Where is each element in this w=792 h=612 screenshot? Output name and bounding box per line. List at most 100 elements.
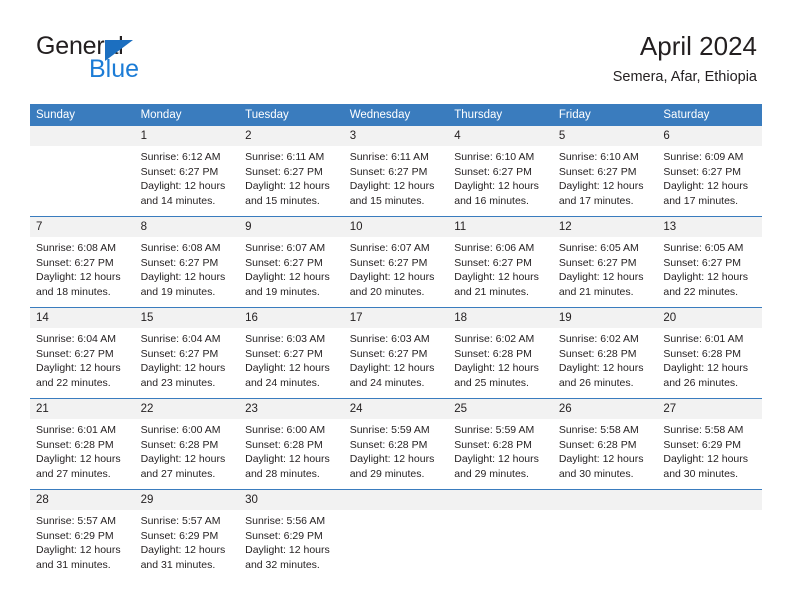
- sunrise-text: Sunrise: 6:04 AM: [140, 333, 221, 345]
- calendar-day-cell[interactable]: 17 Sunrise: 6:03 AM Sunset: 6:27 PM Dayligh…: [343, 307, 449, 399]
- day-number: 9: [239, 217, 344, 237]
- sunrise-text: Sunrise: 5:59 AM: [454, 424, 535, 436]
- sunset-text: Sunset: 6:29 PM: [36, 529, 114, 542]
- calendar-day-cell[interactable]: 4 Sunrise: 6:10 AM Sunset: 6:27 PM Daylight…: [448, 126, 553, 217]
- day-number: 11: [448, 217, 553, 237]
- calendar-day-cell[interactable]: 15 Sunrise: 6:04 AM Sunset: 6:27 PM Dayligh…: [134, 307, 240, 399]
- day-number: 15: [134, 308, 240, 328]
- calendar-day-cell[interactable]: 20 Sunrise: 6:01 AM Sunset: 6:28 PM Dayligh…: [657, 307, 762, 399]
- day-number: 12: [552, 217, 658, 237]
- calendar-day-cell[interactable]: 29 Sunrise: 5:57 AM Sunset: 6:29 PM Dayligh…: [134, 489, 240, 580]
- day-cell-inner: 16 Sunrise: 6:03 AM Sunset: 6:27 PM Dayligh…: [239, 308, 344, 398]
- daylight-text: Daylight: 12 hours and 26 minutes.: [558, 362, 644, 389]
- calendar-day-cell[interactable]: 24 Sunrise: 5:59 AM Sunset: 6:28 PM Dayligh…: [343, 398, 449, 490]
- day-cell-inner: 7 Sunrise: 6:08 AM Sunset: 6:27 PM Daylight…: [30, 217, 135, 307]
- day-details: Sunrise: 6:00 AM Sunset: 6:28 PM Daylight:…: [239, 419, 344, 481]
- sunrise-text: Sunrise: 5:59 AM: [349, 424, 430, 436]
- sunrise-text: Sunrise: 6:07 AM: [245, 242, 326, 254]
- weekday-header-wednesday: Wednesday: [343, 104, 449, 126]
- calendar-day-cell[interactable]: 18 Sunrise: 6:02 AM Sunset: 6:28 PM Dayligh…: [448, 307, 553, 399]
- calendar-day-cell[interactable]: 1 Sunrise: 6:12 AM Sunset: 6:27 PM Daylight…: [134, 126, 240, 217]
- daylight-text: Daylight: 12 hours and 26 minutes.: [663, 362, 749, 389]
- day-number: 18: [448, 308, 553, 328]
- calendar-table: Sunday Monday Tuesday Wednesday Thursday Frid…: [30, 104, 762, 580]
- calendar-day-cell[interactable]: 10 Sunrise: 6:07 AM Sunset: 6:27 PM Dayligh…: [343, 216, 449, 308]
- daylight-text: Daylight: 12 hours and 19 minutes.: [140, 271, 226, 298]
- day-details: Sunrise: 6:06 AM Sunset: 6:27 PM Daylight:…: [448, 237, 553, 299]
- page-subtitle: Semera, Afar, Ethiopia: [612, 69, 757, 85]
- sunrise-text: Sunrise: 6:09 AM: [663, 151, 744, 163]
- sunset-text: Sunset: 6:28 PM: [558, 438, 637, 451]
- calendar-day-cell-empty: [448, 489, 553, 580]
- day-number: 26: [552, 399, 658, 419]
- calendar-day-cell[interactable]: 5 Sunrise: 6:10 AM Sunset: 6:27 PM Daylight…: [552, 126, 658, 217]
- sunset-text: Sunset: 6:28 PM: [454, 438, 532, 451]
- sunrise-text: Sunrise: 6:00 AM: [245, 424, 326, 436]
- calendar-day-cell[interactable]: 11 Sunrise: 6:06 AM Sunset: 6:27 PM Dayligh…: [448, 216, 553, 308]
- day-number: 16: [239, 308, 344, 328]
- calendar-day-cell[interactable]: 3 Sunrise: 6:11 AM Sunset: 6:27 PM Daylight…: [343, 126, 449, 217]
- calendar-day-cell[interactable]: 8 Sunrise: 6:08 AM Sunset: 6:27 PM Daylight…: [134, 216, 240, 308]
- sunset-text: Sunset: 6:27 PM: [663, 256, 742, 269]
- calendar-day-cell[interactable]: 7 Sunrise: 6:08 AM Sunset: 6:27 PM Daylight…: [30, 216, 135, 308]
- sunset-text: Sunset: 6:27 PM: [454, 165, 532, 178]
- sunrise-text: Sunrise: 6:05 AM: [663, 242, 744, 254]
- calendar-day-cell[interactable]: 25 Sunrise: 5:59 AM Sunset: 6:28 PM Dayligh…: [448, 398, 553, 490]
- day-details: Sunrise: 6:04 AM Sunset: 6:27 PM Daylight:…: [135, 328, 240, 390]
- day-details: Sunrise: 6:01 AM Sunset: 6:28 PM Daylight:…: [30, 419, 135, 481]
- calendar-day-cell[interactable]: 13 Sunrise: 6:05 AM Sunset: 6:27 PM Dayligh…: [657, 216, 762, 308]
- day-details: Sunrise: 6:04 AM Sunset: 6:27 PM Daylight:…: [30, 328, 135, 390]
- sunset-text: Sunset: 6:27 PM: [140, 256, 219, 269]
- calendar-day-cell-empty: [552, 489, 658, 580]
- day-cell-inner: 3 Sunrise: 6:11 AM Sunset: 6:27 PM Daylight…: [343, 126, 449, 216]
- calendar-day-cell[interactable]: 21 Sunrise: 6:01 AM Sunset: 6:28 PM Dayligh…: [30, 398, 135, 490]
- day-details: Sunrise: 6:05 AM Sunset: 6:27 PM Daylight:…: [553, 237, 658, 299]
- calendar-day-cell[interactable]: 9 Sunrise: 6:07 AM Sunset: 6:27 PM Daylight…: [239, 216, 344, 308]
- calendar-day-cell[interactable]: 26 Sunrise: 5:58 AM Sunset: 6:28 PM Dayligh…: [552, 398, 658, 490]
- sunset-text: Sunset: 6:29 PM: [245, 529, 323, 542]
- calendar-day-cell[interactable]: 27 Sunrise: 5:58 AM Sunset: 6:29 PM Dayligh…: [657, 398, 762, 490]
- calendar-day-cell[interactable]: 30 Sunrise: 5:56 AM Sunset: 6:29 PM Dayligh…: [239, 489, 344, 580]
- calendar-day-cell[interactable]: 2 Sunrise: 6:11 AM Sunset: 6:27 PM Daylight…: [239, 126, 344, 217]
- sunset-text: Sunset: 6:28 PM: [140, 438, 219, 451]
- day-details: Sunrise: 5:59 AM Sunset: 6:28 PM Daylight:…: [448, 419, 553, 481]
- brand-name-blue: Blue: [89, 55, 140, 83]
- day-cell-inner: 6 Sunrise: 6:09 AM Sunset: 6:27 PM Daylight…: [657, 126, 762, 216]
- calendar-day-cell[interactable]: 28 Sunrise: 5:57 AM Sunset: 6:29 PM Dayligh…: [30, 489, 135, 580]
- calendar-day-cell[interactable]: 16 Sunrise: 6:03 AM Sunset: 6:27 PM Dayligh…: [239, 307, 344, 399]
- calendar-day-cell[interactable]: 22 Sunrise: 6:00 AM Sunset: 6:28 PM Dayligh…: [134, 398, 240, 490]
- calendar-day-cell[interactable]: 6 Sunrise: 6:09 AM Sunset: 6:27 PM Daylight…: [657, 126, 762, 217]
- sunset-text: Sunset: 6:27 PM: [558, 256, 637, 269]
- calendar-day-cell[interactable]: 19 Sunrise: 6:02 AM Sunset: 6:28 PM Dayligh…: [552, 307, 658, 399]
- day-details: Sunrise: 5:58 AM Sunset: 6:28 PM Daylight:…: [553, 419, 658, 481]
- day-number: 1: [134, 126, 240, 146]
- sunset-text: Sunset: 6:29 PM: [663, 438, 742, 451]
- daylight-text: Daylight: 12 hours and 15 minutes.: [245, 180, 330, 207]
- calendar-day-cell[interactable]: 23 Sunrise: 6:00 AM Sunset: 6:28 PM Dayligh…: [239, 398, 344, 490]
- calendar-day-cell[interactable]: 14 Sunrise: 6:04 AM Sunset: 6:27 PM Dayligh…: [30, 307, 135, 399]
- brand-logo[interactable]: General Blue: [36, 33, 236, 89]
- sunrise-text: Sunrise: 6:02 AM: [558, 333, 639, 345]
- day-number: 7: [30, 217, 135, 237]
- day-cell-inner: 27 Sunrise: 5:58 AM Sunset: 6:29 PM Dayligh…: [657, 399, 762, 489]
- day-number: 8: [134, 217, 240, 237]
- day-cell-inner: 28 Sunrise: 5:57 AM Sunset: 6:29 PM Dayligh…: [30, 490, 135, 580]
- sunset-text: Sunset: 6:27 PM: [349, 347, 428, 360]
- weekday-header-sunday: Sunday: [30, 104, 135, 126]
- daylight-text: Daylight: 12 hours and 22 minutes.: [36, 362, 121, 389]
- daylight-text: Daylight: 12 hours and 23 minutes.: [140, 362, 226, 389]
- title-block: April 2024 Semera, Afar, Ethiopia: [613, 30, 757, 87]
- page-header: General Blue April 2024 Semera, Afar, Et…: [0, 0, 792, 104]
- day-cell-inner: 25 Sunrise: 5:59 AM Sunset: 6:28 PM Dayligh…: [448, 399, 553, 489]
- calendar-day-cell[interactable]: 12 Sunrise: 6:05 AM Sunset: 6:27 PM Dayligh…: [552, 216, 658, 308]
- day-number: 10: [343, 217, 449, 237]
- calendar-week-row: 1 Sunrise: 6:12 AM Sunset: 6:27 PM Daylight…: [30, 126, 762, 217]
- day-number: 20: [657, 308, 762, 328]
- sunrise-text: Sunrise: 6:07 AM: [349, 242, 430, 254]
- sunset-text: Sunset: 6:27 PM: [36, 347, 114, 360]
- sunrise-text: Sunrise: 6:10 AM: [558, 151, 639, 163]
- day-number: 30: [239, 490, 344, 510]
- sunset-text: Sunset: 6:28 PM: [558, 347, 637, 360]
- weekday-header-thursday: Thursday: [448, 104, 553, 126]
- day-number: 23: [239, 399, 344, 419]
